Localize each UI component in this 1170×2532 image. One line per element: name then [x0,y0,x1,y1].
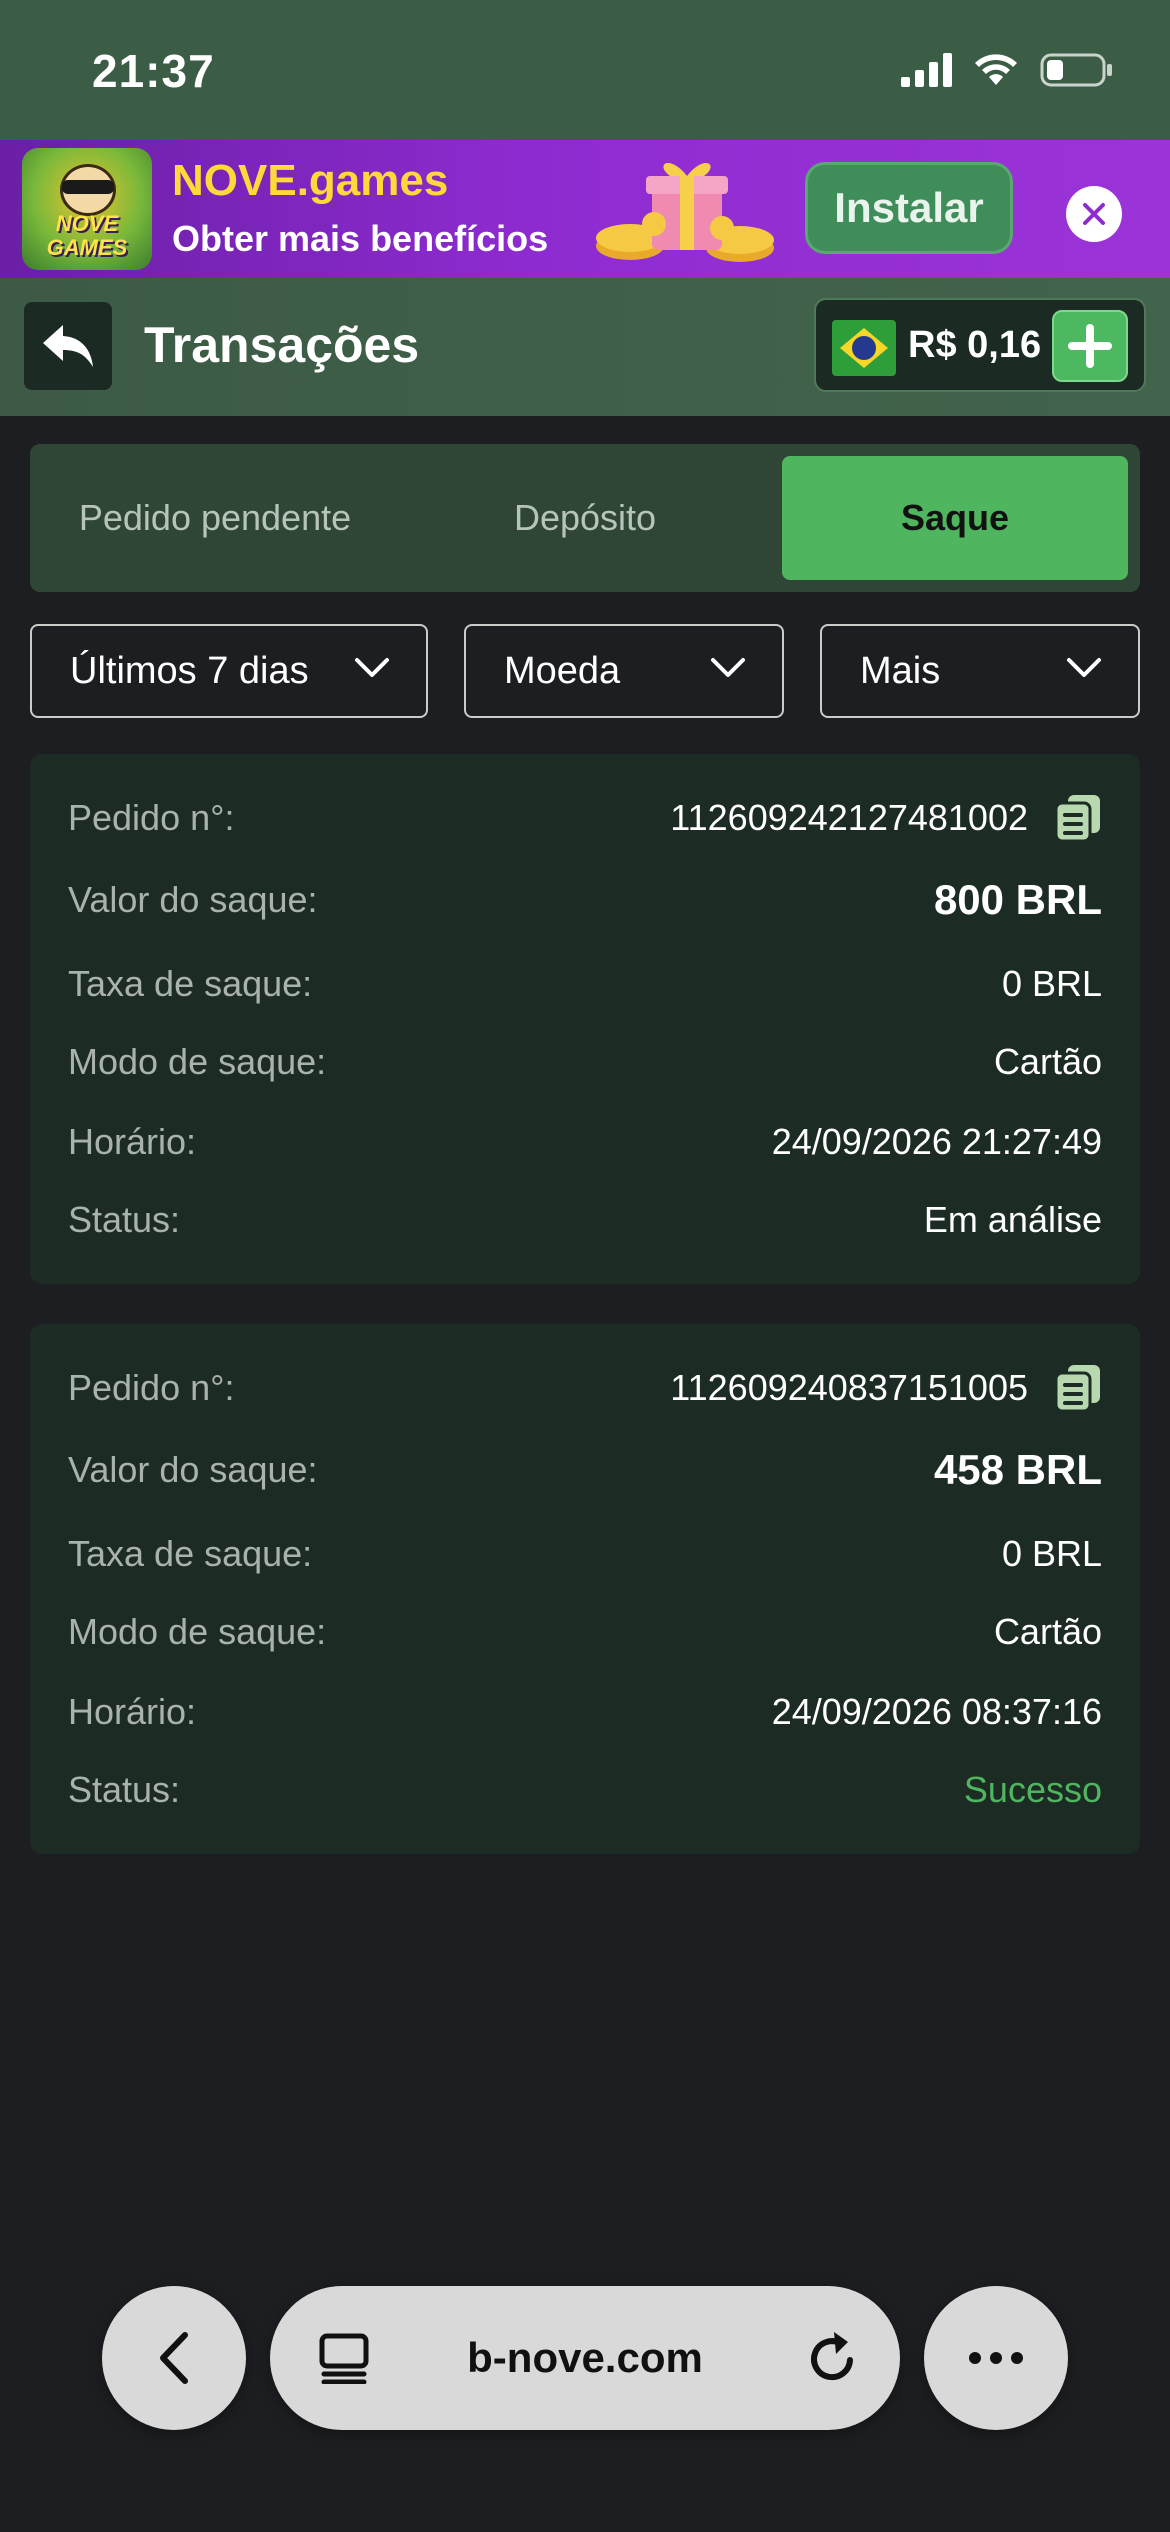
time-row: Horário: 24/09/2026 08:37:16 [68,1682,1102,1742]
fee-value: 0 BRL [1001,1533,1102,1574]
currency-filter-label: Moeda [504,649,621,692]
time-value: 24/09/2026 21:27:49 [771,1121,1102,1162]
order-number-label: Pedido n°: [68,797,235,838]
fee-label: Taxa de saque: [68,1533,313,1574]
brazil-flag-icon [832,320,896,376]
period-filter-label: Últimos 7 dias [70,649,309,692]
mode-label: Modo de saque: [68,1041,327,1082]
time-row: Horário: 24/09/2026 21:27:49 [68,1112,1102,1172]
mode-row: Modo de saque: Cartão [68,1602,1102,1662]
amount-row: Valor do saque: 458 BRL [68,1440,1102,1500]
order-number: 112609242127481002 [670,797,1028,838]
back-arrow-icon [43,325,93,367]
gift-icon [596,162,774,262]
chevron-down-icon [1067,658,1101,677]
more-filter-label: Mais [860,649,941,692]
more-horizontal-icon [969,2352,1023,2364]
period-filter-dropdown[interactable]: Últimos 7 dias [30,624,428,718]
battery-icon [1040,53,1112,87]
tab-pending-orders[interactable]: Pedido pendente [30,456,400,580]
time-label: Horário: [68,1691,197,1732]
promo-title: NOVE.games [172,156,449,205]
order-number-value: 112609240837151005 [670,1363,1102,1413]
app-logo: NOVE GAMES [22,148,152,270]
screen: 21:37 NOVE GAMES NOVE.games Obter mais b… [0,0,1170,2532]
transaction-tabs: Pedido pendente Depósito Saque [30,444,1140,592]
fee-value: 0 BRL [1001,963,1102,1004]
deposit-add-button[interactable] [1052,310,1128,382]
cellular-signal-icon [901,53,952,87]
status-value-success: Sucesso [963,1769,1102,1810]
app-logo-text: NOVE GAMES [46,211,128,260]
time-label: Horário: [68,1121,197,1162]
copy-icon[interactable] [1054,1363,1102,1413]
mode-label: Modo de saque: [68,1611,327,1652]
plus-icon [1068,324,1112,368]
browser-back-button[interactable] [102,2286,246,2430]
copy-icon[interactable] [1054,793,1102,843]
fee-row: Taxa de saque: 0 BRL [68,954,1102,1014]
fee-row: Taxa de saque: 0 BRL [68,1524,1102,1584]
status-time: 21:37 [92,45,215,97]
amount-row: Valor do saque: 800 BRL [68,870,1102,930]
tab-withdraw[interactable]: Saque [782,456,1128,580]
mode-value: Cartão [993,1611,1102,1652]
fee-label: Taxa de saque: [68,963,313,1004]
order-number: 112609240837151005 [670,1367,1028,1408]
transaction-card: Pedido n°: 112609242127481002 Valor do s… [30,754,1140,1284]
status-row: Status: Sucesso [68,1760,1102,1820]
order-number-row: Pedido n°: 112609242127481002 [68,788,1102,848]
chevron-left-icon [160,2332,188,2384]
status-value: Em análise [923,1199,1102,1240]
back-button[interactable] [24,302,112,390]
reload-icon[interactable] [806,2330,860,2386]
transaction-card: Pedido n°: 112609240837151005 Valor do s… [30,1324,1140,1854]
address-bar[interactable]: b-nove.com [270,2286,900,2430]
mode-row: Modo de saque: Cartão [68,1032,1102,1092]
close-icon [1083,203,1105,225]
promo-banner[interactable]: NOVE GAMES NOVE.games Obter mais benefíc… [0,140,1170,278]
status-bar: 21:37 [0,0,1170,140]
status-label: Status: [68,1199,181,1240]
mascot-glasses [62,180,114,194]
balance-amount: R$ 0,16 [908,324,1042,366]
install-button[interactable]: Instalar [805,162,1013,254]
order-number-row: Pedido n°: 112609240837151005 [68,1358,1102,1418]
amount-value: 458 BRL [933,1446,1102,1493]
page-title: Transações [144,317,420,373]
more-filter-dropdown[interactable]: Mais [820,624,1140,718]
order-number-label: Pedido n°: [68,1367,235,1408]
amount-label: Valor do saque: [68,1449,318,1490]
promo-subtitle: Obter mais benefícios [172,218,549,259]
status-label: Status: [68,1769,181,1810]
amount-label: Valor do saque: [68,879,318,920]
wifi-icon [975,54,1017,85]
currency-filter-dropdown[interactable]: Moeda [464,624,784,718]
amount-value: 800 BRL [933,876,1102,923]
order-number-value: 112609242127481002 [670,793,1102,843]
browser-more-button[interactable] [924,2286,1068,2430]
chevron-down-icon [711,658,745,677]
wallet-balance[interactable]: R$ 0,16 [814,298,1146,392]
page-header: Transações R$ 0,16 [0,278,1170,416]
close-banner-button[interactable] [1066,186,1122,242]
chevron-down-icon [355,658,389,677]
tab-deposit[interactable]: Depósito [400,456,770,580]
time-value: 24/09/2026 08:37:16 [771,1691,1102,1732]
page-menu-icon[interactable] [318,2332,370,2384]
status-row: Status: Em análise [68,1190,1102,1250]
mode-value: Cartão [993,1041,1102,1082]
system-icons [901,52,1114,88]
